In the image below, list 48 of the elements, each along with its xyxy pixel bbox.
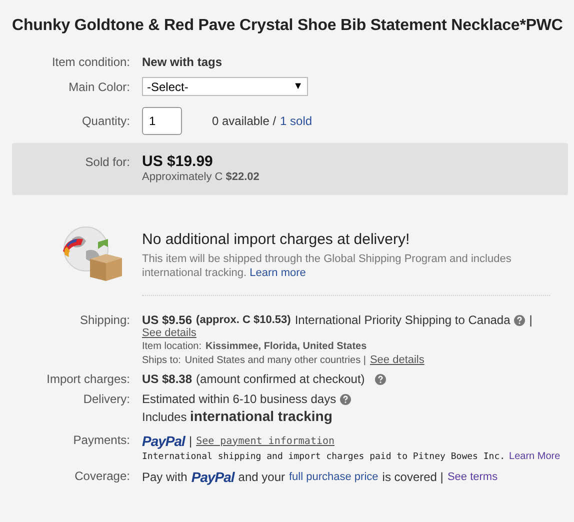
help-icon[interactable]: [340, 394, 352, 404]
ships-to-label: Ships to:: [142, 354, 181, 366]
coverage-label: Coverage:: [74, 469, 130, 483]
shipping-service: International Priority Shipping to Canada: [294, 313, 510, 327]
separator: |: [188, 434, 192, 448]
ships-to-value: United States and many other countries |: [184, 354, 366, 366]
main-color-label: Main Color:: [68, 80, 130, 94]
coverage-text: is covered |: [382, 470, 444, 484]
condition-value: New with tags: [142, 55, 222, 69]
location-label: Item location:: [142, 341, 202, 352]
help-icon[interactable]: [514, 314, 526, 326]
delivery-label: Delivery:: [82, 392, 130, 406]
gsp-heading: No additional import charges at delivery!: [142, 231, 411, 248]
sold-for-label: Sold for:: [84, 155, 130, 171]
import-charges-label: Import charges:: [46, 372, 130, 386]
delivery-estimate: Estimated within 6-10 business days: [142, 392, 336, 406]
see-details-link[interactable]: See details: [370, 354, 424, 366]
availability-text: 0 available /: [212, 114, 276, 128]
location-value: Kissimmee, Florida, United States: [205, 341, 367, 352]
coverage-text: Pay with: [142, 470, 188, 484]
paypal-logo: PayPal: [142, 433, 185, 449]
color-dropdown[interactable]: -Select- ▼: [142, 77, 308, 96]
condition-label: Item condition:: [50, 55, 130, 69]
help-icon[interactable]: [374, 374, 386, 384]
quantity-field[interactable]: 1: [142, 107, 182, 135]
see-details-link[interactable]: See details: [142, 327, 196, 339]
see-terms-link[interactable]: See terms: [447, 471, 498, 483]
item-title: Chunky Goldtone & Red Pave Crystal Shoe Bib Statement Necklace*PWC: [11, 17, 564, 35]
learn-more-link[interactable]: Learn more: [250, 267, 306, 279]
coverage-text: and your: [238, 470, 285, 484]
quantity-label: Quantity:: [80, 114, 130, 128]
learn-more-link[interactable]: Learn More: [509, 451, 560, 462]
payment-note: International shipping and import charges paid to Pitney Bowes Inc.: [142, 452, 506, 462]
payment-info-link[interactable]: See payment information: [196, 436, 335, 446]
separator: |: [529, 313, 532, 327]
purchase-price-link[interactable]: full purchase price: [289, 471, 378, 483]
payments-label: Payments:: [72, 433, 130, 447]
import-note: (amount confirmed at checkout): [196, 372, 365, 386]
paypal-logo: PayPal: [191, 469, 234, 485]
sold-price: US $19.99: [142, 153, 214, 170]
tracking-text: Includes international tracking: [142, 408, 332, 424]
approx-price: Approximately C $22.02: [142, 171, 260, 183]
shipping-approx: (approx. C $10.53): [196, 314, 291, 326]
import-price: US $8.38: [142, 372, 192, 386]
shipping-price: US $9.56: [142, 313, 192, 327]
sold-link[interactable]: 1 sold: [280, 114, 312, 128]
shipping-label: Shipping:: [78, 313, 130, 327]
gsp-description: This item will be shipped through the Global Shipping Program and includes international tracking. Learn more: [142, 252, 512, 280]
